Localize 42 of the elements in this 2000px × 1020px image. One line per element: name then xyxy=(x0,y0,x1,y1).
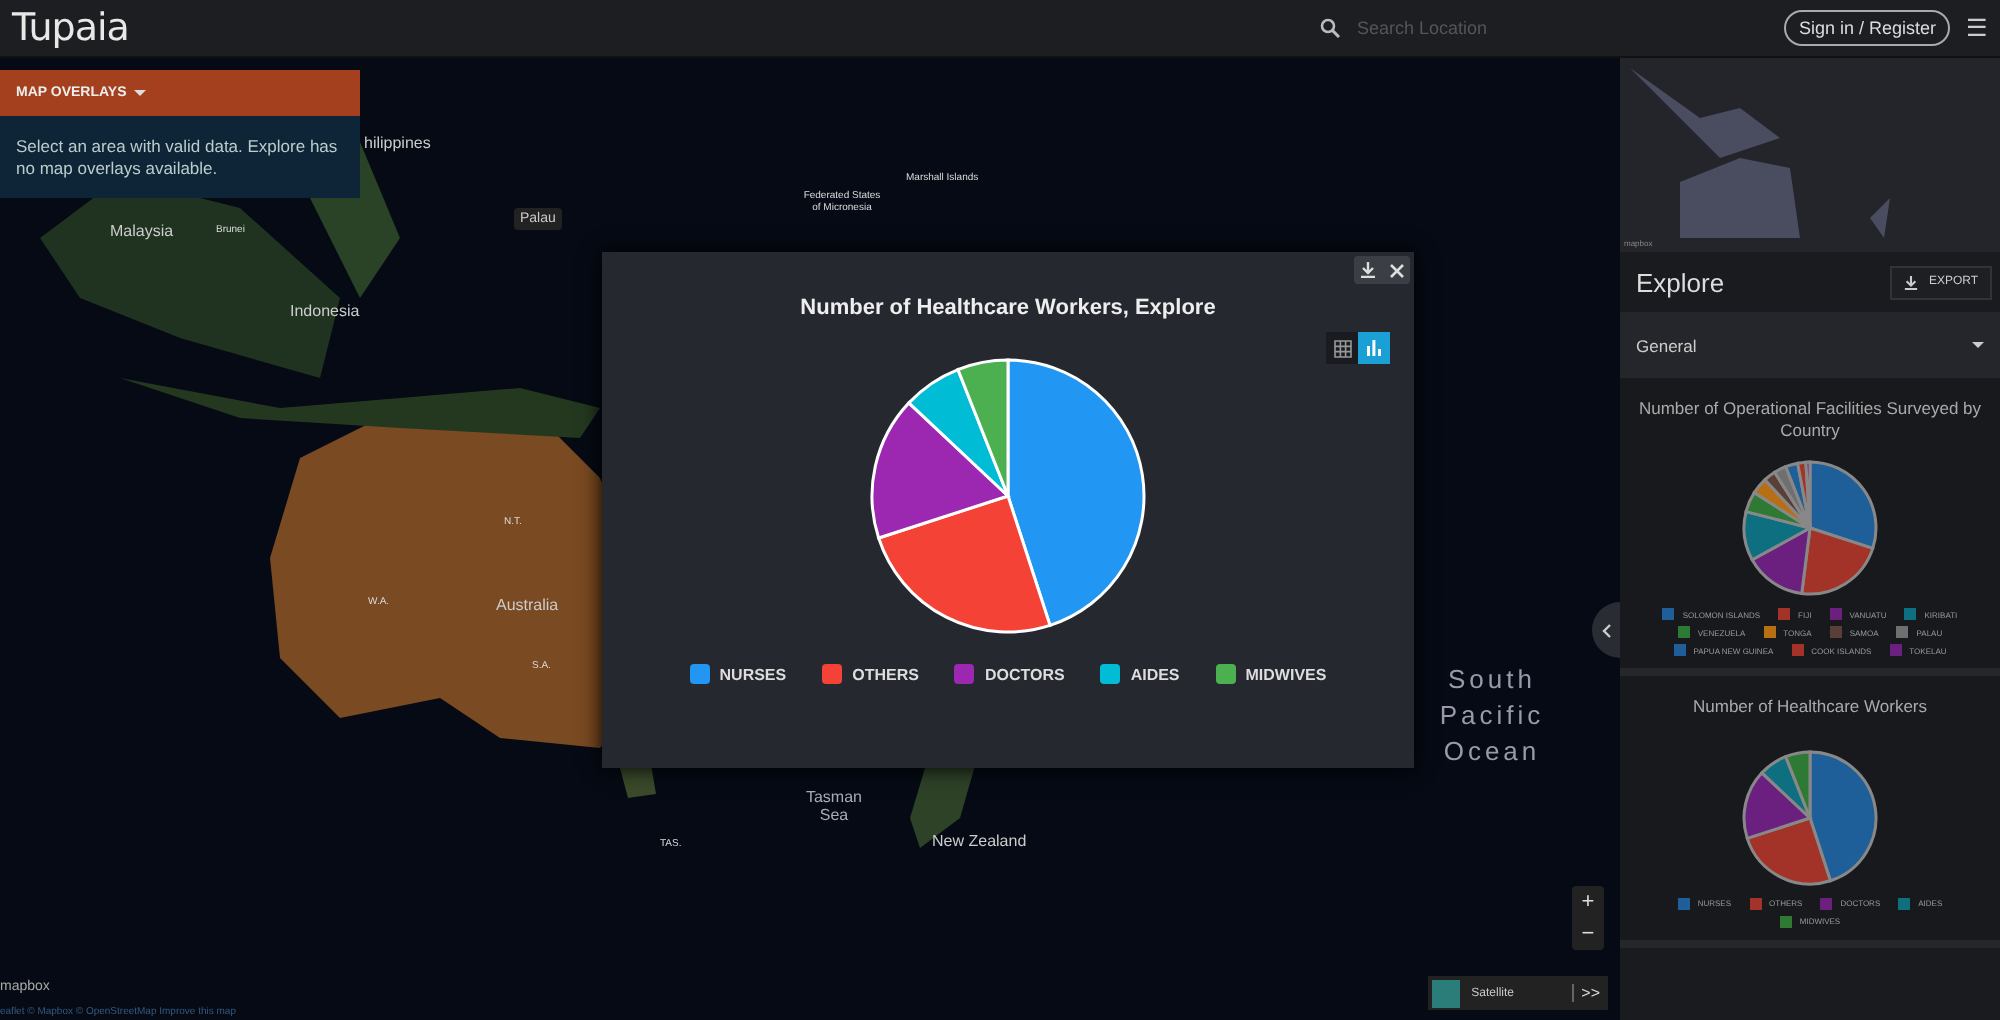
chevron-left-icon xyxy=(1601,623,1611,637)
pie-chart-drawing xyxy=(1742,460,1878,597)
sidebar-title: Explore xyxy=(1636,267,1725,297)
grid-icon xyxy=(1333,339,1351,357)
legend-label: NURSES xyxy=(719,665,787,683)
download-icon xyxy=(1360,262,1376,278)
collapse-button[interactable] xyxy=(1592,602,1620,658)
legend-label: MIDWIVES xyxy=(1245,665,1327,683)
legend-label: DOCTORS xyxy=(984,665,1065,683)
section-label: General xyxy=(1636,335,1697,355)
sign-in-button[interactable]: Sign in / Register xyxy=(1784,10,1950,46)
pie-chart-drawing xyxy=(1742,749,1878,886)
map-label: Indonesia xyxy=(290,302,360,320)
map-label: Tasman Sea xyxy=(804,788,864,824)
bar-chart-icon xyxy=(1366,340,1382,356)
download-icon xyxy=(1904,275,1919,289)
map-label: Malaysia xyxy=(110,222,174,240)
view-tab[interactable] xyxy=(1326,332,1358,364)
satellite-thumbnail xyxy=(1431,979,1460,1007)
search-icon xyxy=(1320,18,1341,38)
map-label: hilippines xyxy=(364,134,431,152)
caret-icon xyxy=(1972,341,1984,349)
zoom-out-button[interactable]: − xyxy=(1572,918,1604,950)
map-view[interactable] xyxy=(0,58,1620,1020)
section-dropdown[interactable]: General xyxy=(1620,312,2000,378)
search-field[interactable]: Search Location xyxy=(1352,16,1601,40)
caret-icon xyxy=(134,89,147,97)
menu-button[interactable]: ☰ xyxy=(1966,14,1988,42)
map-label: Australia xyxy=(496,596,559,614)
logo[interactable]: Tupaia xyxy=(12,6,129,50)
close-icon xyxy=(1389,263,1403,277)
card-title: Number of Operational Facilities Surveyed by Country xyxy=(1636,398,1984,441)
overlay-message: Select an area with valid data. Explore has no map overlays available. xyxy=(14,134,340,183)
legend-label: AIDES xyxy=(1130,665,1180,683)
view-tab[interactable] xyxy=(1358,332,1390,364)
zoom-in-button[interactable]: + xyxy=(1572,886,1604,918)
map-label: New Zealand xyxy=(932,832,1027,850)
card-title: Number of Healthcare Workers xyxy=(1693,696,1927,718)
map-label: South Pacific Ocean xyxy=(1437,662,1547,771)
layer-toggle-button[interactable]: >> xyxy=(1571,984,1608,1002)
legend-label: OTHERS xyxy=(852,665,919,683)
dialog-title: Number of Healthcare Workers, Explore xyxy=(798,296,1218,320)
